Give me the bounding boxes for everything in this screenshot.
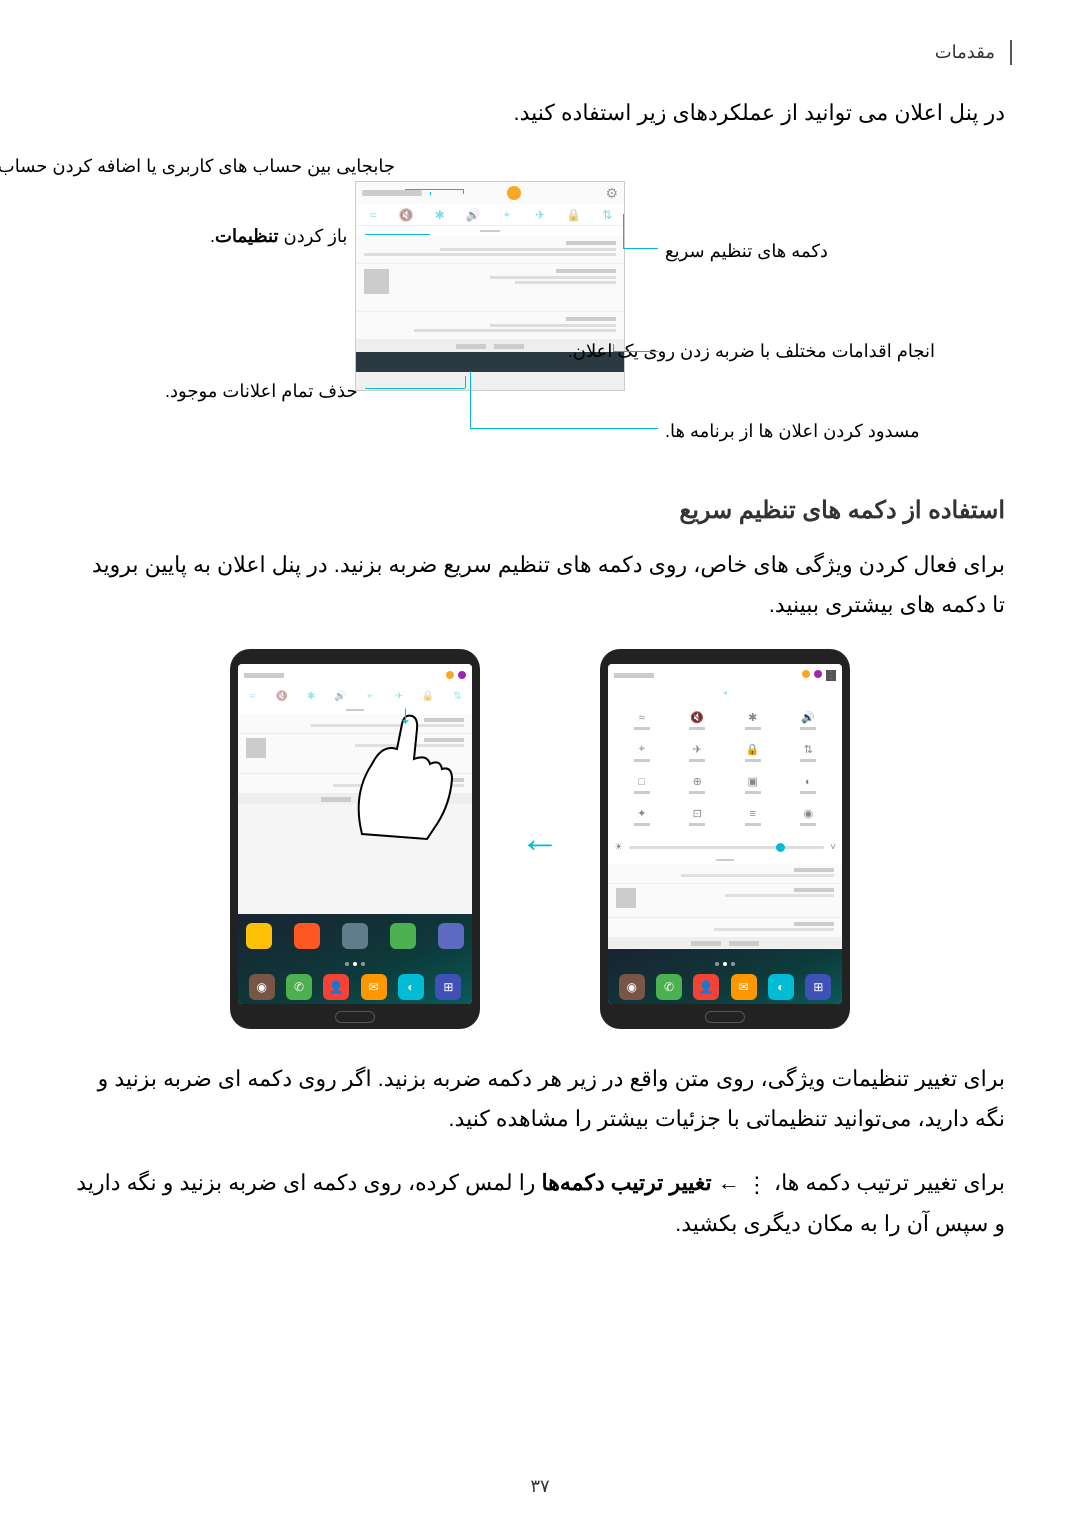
bluetooth-icon: ✱ <box>432 207 448 223</box>
phone-right: ⇅🔒✈⌖🔊✱🔇≈ <box>230 649 480 1029</box>
callout-block: مسدود کردن اعلان ها از برنامه ها. <box>665 421 920 442</box>
paragraph-2: برای تغییر تنظیمات ویژگی، روی متن واقع د… <box>75 1059 1005 1138</box>
lock-icon: 🔒 <box>566 207 582 223</box>
location-icon: ⌖ <box>499 207 515 223</box>
apps-icon <box>438 923 464 949</box>
paragraph-1: برای فعال کردن ویژگی های خاص، روی دکمه ه… <box>75 545 1005 624</box>
dock-contacts-icon: 👤 <box>693 974 719 1000</box>
quick-settings-row: ⇅ 🔒 ✈ ⌖ 🔊 ✱ 🔇 ≈ <box>356 204 624 226</box>
dock-camera-icon: ◉ <box>619 974 645 1000</box>
wifi-icon: ≈ <box>365 207 381 223</box>
page-number: ۳۷ <box>530 1476 549 1497</box>
dock-contacts-icon: 👤 <box>323 974 349 1000</box>
callout-accounts: جابجایی بین حساب های کاربری یا اضافه کرد… <box>115 156 395 177</box>
sound-icon: 🔊 <box>465 207 481 223</box>
callout-settings: باز کردن تنظیمات. <box>210 226 347 247</box>
gallery-icon <box>342 923 368 949</box>
swipe-down-arrow: ↓ <box>399 699 412 730</box>
user-icon <box>507 186 521 200</box>
arrow-left-icon: ← <box>520 817 560 862</box>
dock-phone-icon: ✆ <box>286 974 312 1000</box>
callout-clear: حذف تمام اعلانات موجود. <box>165 381 358 402</box>
dock-browser-icon: ◐ <box>398 974 424 1000</box>
music-icon <box>294 923 320 949</box>
paragraph-3: برای تغییر ترتیب دکمه ها، ⋮ ← تغییر ترتی… <box>75 1163 1005 1244</box>
dock-apps-icon: ⊞ <box>435 974 461 1000</box>
dock-camera-icon: ◉ <box>249 974 275 1000</box>
dock-messages-icon: ✉ <box>731 974 757 1000</box>
plane-icon: ✈ <box>532 207 548 223</box>
home-button <box>335 1011 375 1023</box>
phone-illustration-row: ⇅🔒✈⌖🔊✱🔇≈ <box>75 649 1005 1029</box>
dock-messages-icon: ✉ <box>361 974 387 1000</box>
mute-icon: 🔇 <box>398 207 414 223</box>
page-header: مقدمات <box>935 40 1012 65</box>
arrows-icon: ⇅ <box>599 207 615 223</box>
play-icon <box>390 923 416 949</box>
section-heading: استفاده از دکمه های تنظیم سریع <box>75 496 1005 525</box>
phone-left: ⋮ ◂ 🔊 ✱ 🔇 ≈ <box>600 649 850 1029</box>
panel-notification-3 <box>356 312 624 340</box>
dock-phone-icon: ✆ <box>656 974 682 1000</box>
dock-apps-icon: ⊞ <box>805 974 831 1000</box>
home-button <box>705 1011 745 1023</box>
callout-quick: دکمه های تنظیم سریع <box>665 241 828 262</box>
notification-panel-diagram: ⚙ ⇅ 🔒 ✈ ⌖ 🔊 ✱ 🔇 ≈ <box>75 156 1005 456</box>
folder-icon <box>246 923 272 949</box>
more-vertical-icon: ⋮ <box>746 1165 768 1205</box>
status-bar <box>362 190 422 196</box>
callout-notif: انجام اقدامات مختلف با ضربه زدن روی یک ا… <box>665 341 935 362</box>
panel-notification-1 <box>356 236 624 264</box>
panel-notification-2 <box>356 264 624 312</box>
intro-text: در پنل اعلان می توانید از عملکردهای زیر … <box>75 100 1005 126</box>
gear-icon: ⚙ <box>605 185 618 202</box>
dock-browser-icon: ◐ <box>768 974 794 1000</box>
